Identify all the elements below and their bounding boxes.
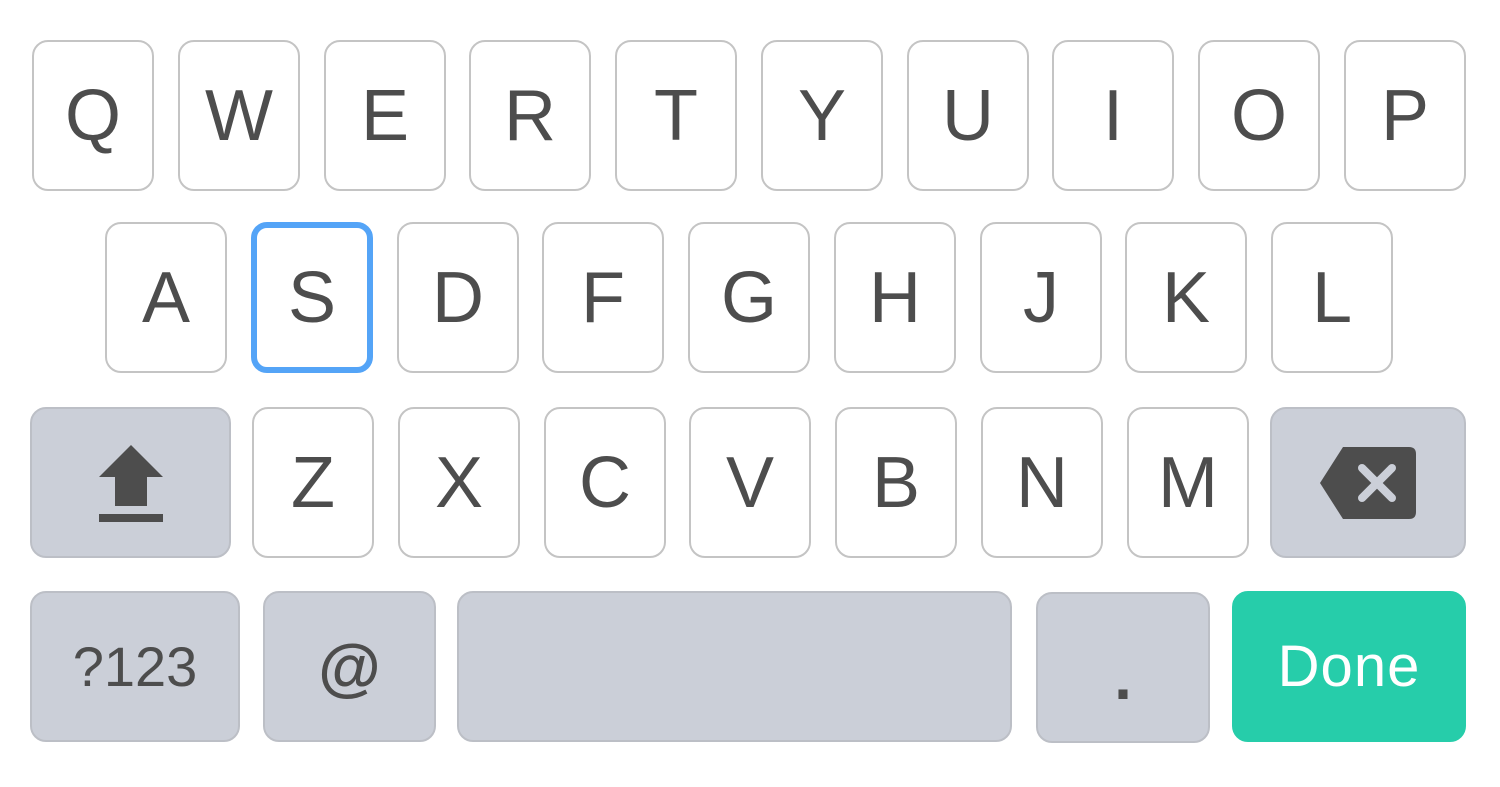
key-o[interactable]: O	[1198, 40, 1320, 191]
key-g[interactable]: G	[688, 222, 810, 373]
on-screen-keyboard: Q W E R T Y U I O P A S D F G H J K L Z …	[0, 0, 1500, 787]
key-u[interactable]: U	[907, 40, 1029, 191]
key-p[interactable]: P	[1344, 40, 1466, 191]
key-label: S	[287, 257, 337, 338]
key-label: A	[141, 257, 191, 338]
done-button[interactable]: Done	[1232, 591, 1466, 742]
key-label: Q	[64, 75, 121, 156]
key-label: R	[504, 75, 556, 156]
key-h[interactable]: H	[834, 222, 956, 373]
key-label: M	[1158, 442, 1218, 523]
key-k[interactable]: K	[1125, 222, 1247, 373]
key-label: Y	[797, 75, 847, 156]
key-label: E	[360, 75, 410, 156]
key-label: H	[869, 257, 921, 338]
key-v[interactable]: V	[689, 407, 811, 558]
key-label: K	[1161, 257, 1211, 338]
key-n[interactable]: N	[981, 407, 1103, 558]
key-f[interactable]: F	[542, 222, 664, 373]
space-bar[interactable]	[457, 591, 1012, 742]
shift-arrow-icon	[98, 443, 164, 523]
key-label: C	[579, 442, 631, 523]
key-w[interactable]: W	[178, 40, 300, 191]
key-q[interactable]: Q	[32, 40, 154, 191]
period-key[interactable]: .	[1036, 592, 1210, 743]
period-key-label: .	[1114, 640, 1132, 713]
key-label: W	[205, 75, 273, 156]
key-e[interactable]: E	[324, 40, 446, 191]
key-label: I	[1102, 75, 1123, 156]
key-label: G	[720, 257, 777, 338]
key-label: P	[1380, 75, 1430, 156]
symbols-key[interactable]: ?123	[30, 591, 240, 742]
key-a[interactable]: A	[105, 222, 227, 373]
key-label: F	[581, 257, 625, 338]
key-t[interactable]: T	[615, 40, 737, 191]
key-c[interactable]: C	[544, 407, 666, 558]
at-key-label: @	[318, 630, 381, 703]
key-label: L	[1311, 257, 1353, 338]
done-button-label: Done	[1277, 633, 1421, 699]
key-b[interactable]: B	[835, 407, 957, 558]
key-x[interactable]: X	[398, 407, 520, 558]
backspace-key[interactable]	[1270, 407, 1466, 558]
key-label: J	[1023, 257, 1059, 338]
key-d[interactable]: D	[397, 222, 519, 373]
key-m[interactable]: M	[1127, 407, 1249, 558]
key-label: U	[942, 75, 994, 156]
key-label: T	[654, 75, 698, 156]
key-j[interactable]: J	[980, 222, 1102, 373]
key-label: V	[725, 442, 775, 523]
key-r[interactable]: R	[469, 40, 591, 191]
key-label: X	[434, 442, 484, 523]
symbols-key-label: ?123	[72, 634, 198, 698]
at-key[interactable]: @	[263, 591, 436, 742]
key-y[interactable]: Y	[761, 40, 883, 191]
key-label: D	[432, 257, 484, 338]
shift-key[interactable]	[30, 407, 231, 558]
key-label: O	[1230, 75, 1287, 156]
backspace-icon	[1319, 446, 1417, 520]
key-label: B	[871, 442, 921, 523]
key-s[interactable]: S	[251, 222, 373, 373]
key-i[interactable]: I	[1052, 40, 1174, 191]
key-label: N	[1016, 442, 1068, 523]
key-label: Z	[291, 442, 335, 523]
key-l[interactable]: L	[1271, 222, 1393, 373]
key-z[interactable]: Z	[252, 407, 374, 558]
